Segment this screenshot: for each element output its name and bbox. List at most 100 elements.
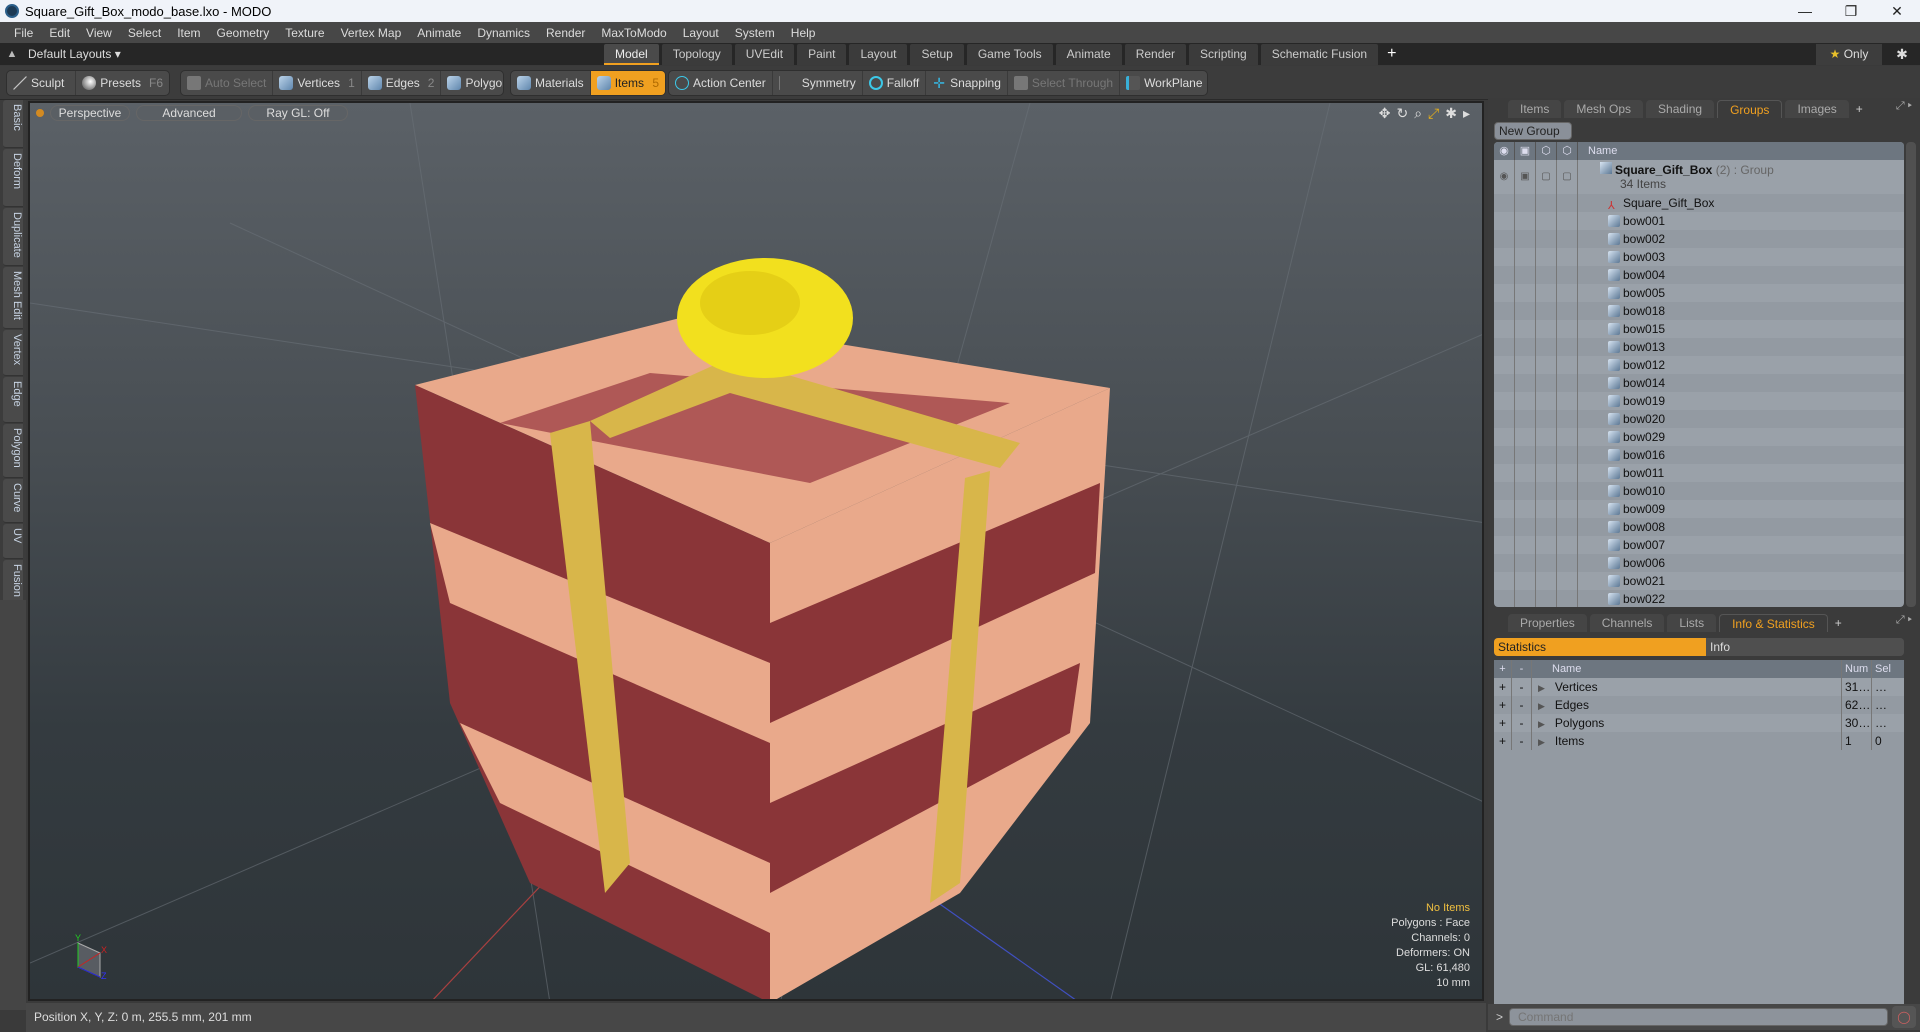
visibility-col-icon[interactable]: ◉ <box>1494 142 1515 160</box>
tab-curve[interactable]: Curve <box>3 479 23 523</box>
tab-items[interactable]: Items <box>1508 100 1562 118</box>
tab-animate[interactable]: Animate <box>1055 44 1122 65</box>
mesh-item-row[interactable]: bow018 <box>1494 302 1904 320</box>
render-toggle[interactable]: ▣ <box>1515 160 1536 194</box>
mesh-item-row[interactable]: bow005 <box>1494 284 1904 302</box>
layout-arrow-icon[interactable]: ▲ <box>0 48 24 60</box>
mesh-item-row[interactable]: bow008 <box>1494 518 1904 536</box>
tab-schematic-fusion[interactable]: Schematic Fusion <box>1260 44 1379 65</box>
expand-arrow-icon[interactable]: ▶ <box>1538 737 1545 747</box>
new-group-button[interactable]: New Group <box>1494 122 1572 140</box>
menu-vertex-map[interactable]: Vertex Map <box>333 26 410 40</box>
command-input[interactable] <box>1509 1008 1888 1026</box>
symmetry-button[interactable]: Symmetry <box>773 71 863 95</box>
falloff-button[interactable]: Falloff <box>863 71 927 95</box>
tab-shading[interactable]: Shading <box>1646 100 1715 118</box>
expand-arrow-icon[interactable]: ▶ <box>1538 719 1545 729</box>
mesh-item-row[interactable]: bow001 <box>1494 212 1904 230</box>
mesh-item-row[interactable]: bow007 <box>1494 536 1904 554</box>
edges-button[interactable]: Edges 2 <box>362 71 442 95</box>
mesh-item-row[interactable]: bow004 <box>1494 266 1904 284</box>
tab-render[interactable]: Render <box>1124 44 1187 65</box>
view-type-dropdown[interactable]: Perspective <box>50 105 130 121</box>
menu-help[interactable]: Help <box>783 26 824 40</box>
menu-select[interactable]: Select <box>120 26 169 40</box>
visibility-toggle[interactable]: ◉ <box>1494 160 1515 194</box>
viewport-expand-arrow-icon[interactable]: ▸ <box>1463 105 1470 122</box>
maximize-viewport-icon[interactable]: ⤢ <box>1428 105 1439 122</box>
tab-polygon[interactable]: Polygon <box>3 424 23 478</box>
statistics-row[interactable]: + - ▶ Vertices 31…… <box>1494 678 1904 696</box>
add-info-tab-button[interactable]: + <box>1831 614 1846 632</box>
menu-maxtomodo[interactable]: MaxToModo <box>593 26 674 40</box>
items-button[interactable]: Items 5 <box>590 71 665 95</box>
sculpt-button[interactable]: Sculpt <box>7 71 77 95</box>
menu-animate[interactable]: Animate <box>409 26 469 40</box>
menu-edit[interactable]: Edit <box>41 26 78 40</box>
tab-lists[interactable]: Lists <box>1667 614 1717 632</box>
add-selection-button[interactable]: + <box>1494 678 1512 696</box>
tab-properties[interactable]: Properties <box>1508 614 1587 632</box>
tab-topology[interactable]: Topology <box>661 44 732 65</box>
shading-dropdown[interactable]: Advanced <box>136 105 242 121</box>
tab-vertex[interactable]: Vertex <box>3 330 23 376</box>
auto-select-button[interactable]: Auto Select <box>181 71 274 95</box>
render-col-icon[interactable]: ▣ <box>1515 142 1536 160</box>
minimize-button[interactable]: — <box>1782 0 1828 22</box>
mesh-item-row[interactable]: bow019 <box>1494 392 1904 410</box>
materials-button[interactable]: Materials <box>511 71 591 95</box>
tab-uv[interactable]: UV <box>3 524 23 559</box>
mesh-item-row[interactable]: bow003 <box>1494 248 1904 266</box>
add-panel-tab-button[interactable]: + <box>1852 100 1867 118</box>
workplane-button[interactable]: WorkPlane <box>1120 71 1207 95</box>
select-through-button[interactable]: Select Through <box>1008 71 1121 95</box>
name-column-header[interactable]: Name <box>1578 142 1617 160</box>
statistics-row[interactable]: + - ▶ Polygons 30…… <box>1494 714 1904 732</box>
expand-arrow-icon[interactable]: ▶ <box>1538 683 1545 693</box>
tab-mesh-ops[interactable]: Mesh Ops <box>1564 100 1644 118</box>
statistics-row[interactable]: + - ▶ Items 1 0 <box>1494 732 1904 750</box>
menu-system[interactable]: System <box>727 26 783 40</box>
mesh-item-row[interactable]: bow010 <box>1494 482 1904 500</box>
tab-layout[interactable]: Layout <box>849 44 908 65</box>
mesh-item-row[interactable]: bow006 <box>1494 554 1904 572</box>
mesh-item-row[interactable]: bow009 <box>1494 500 1904 518</box>
group-row[interactable]: ◉ ▣ ▢ ▢ Square_Gift_Box (2) : Group 34 I… <box>1494 160 1904 194</box>
mesh-item-row[interactable]: bow012 <box>1494 356 1904 374</box>
add-selection-button[interactable]: + <box>1494 696 1512 714</box>
mesh-item-row[interactable]: bow014 <box>1494 374 1904 392</box>
rotate-icon[interactable]: ↻ <box>1396 105 1408 122</box>
snapping-button[interactable]: ✛ Snapping <box>926 71 1008 95</box>
tab-edge[interactable]: Edge <box>3 377 23 423</box>
tab-game-tools[interactable]: Game Tools <box>966 44 1053 65</box>
info-panel-expand-icon[interactable]: ⤢ ▸ <box>1896 614 1912 627</box>
menu-render[interactable]: Render <box>538 26 593 40</box>
mesh-item-row[interactable]: bow013 <box>1494 338 1904 356</box>
remove-selection-button[interactable]: - <box>1512 732 1532 750</box>
menu-geometry[interactable]: Geometry <box>209 26 278 40</box>
tab-images[interactable]: Images <box>1785 100 1849 118</box>
layout-dropdown[interactable]: Default Layouts ▾ <box>24 47 121 61</box>
remove-selection-button[interactable]: - <box>1512 678 1532 696</box>
mesh-item-row[interactable]: bow020 <box>1494 410 1904 428</box>
add-tab-button[interactable]: + <box>1381 44 1402 65</box>
tab-deform[interactable]: Deform <box>3 149 23 207</box>
mesh-item-row[interactable]: bow029 <box>1494 428 1904 446</box>
mesh-item-row[interactable]: bow002 <box>1494 230 1904 248</box>
lock-toggle[interactable]: ▢ <box>1536 160 1557 194</box>
mesh-item-row[interactable]: bow011 <box>1494 464 1904 482</box>
zoom-icon[interactable]: ⌕ <box>1414 105 1422 122</box>
tab-basic[interactable]: Basic <box>3 100 23 148</box>
tab-mesh-edit[interactable]: Mesh Edit <box>3 267 23 329</box>
menu-view[interactable]: View <box>78 26 120 40</box>
add-selection-button[interactable]: + <box>1494 732 1512 750</box>
tab-uvedit[interactable]: UVEdit <box>734 44 795 65</box>
close-button[interactable]: ✕ <box>1874 0 1920 22</box>
tab-groups[interactable]: Groups <box>1717 100 1783 118</box>
tab-scripting[interactable]: Scripting <box>1189 44 1258 65</box>
pan-icon[interactable]: ✥ <box>1379 105 1391 122</box>
action-center-button[interactable]: Action Center <box>669 71 773 95</box>
tab-setup[interactable]: Setup <box>910 44 964 65</box>
statistics-row[interactable]: + - ▶ Edges 62…… <box>1494 696 1904 714</box>
viewport-settings-icon[interactable]: ✱ <box>1445 105 1457 122</box>
